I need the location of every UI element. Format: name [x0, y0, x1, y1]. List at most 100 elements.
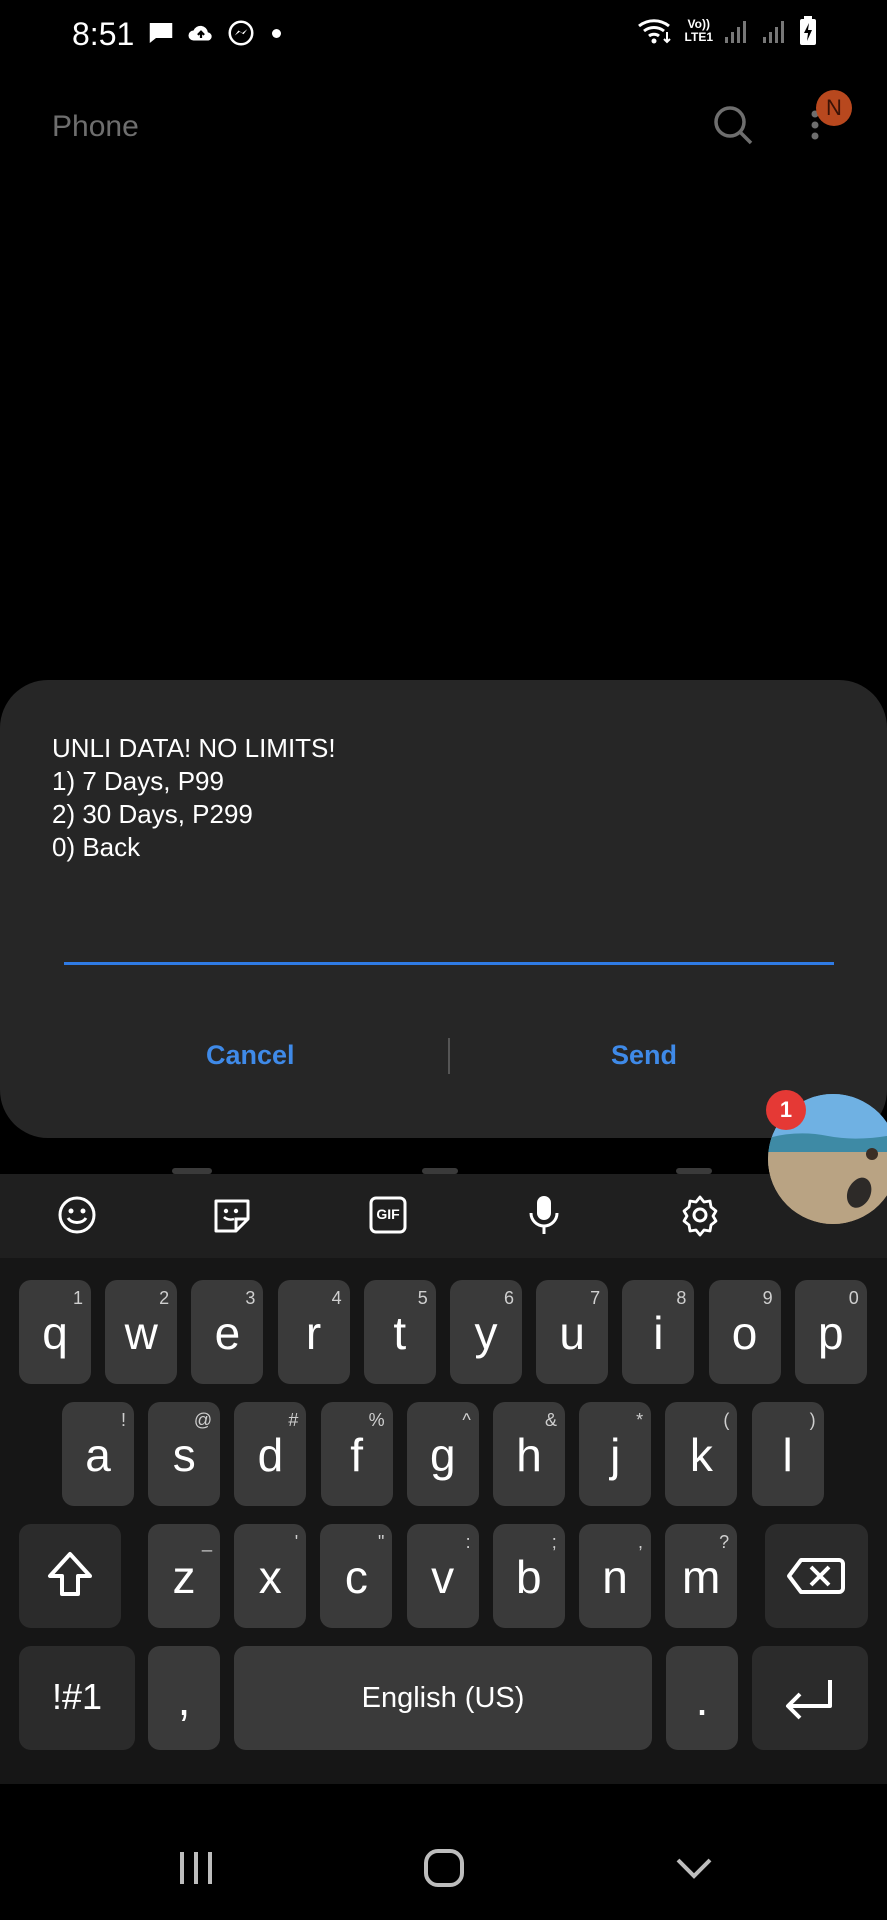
- status-bar: 8:51 Vo)) LTE1: [0, 0, 887, 70]
- key-letter: f: [350, 1429, 363, 1481]
- key-hint: 8: [676, 1288, 687, 1308]
- chat-head-badge: 1: [766, 1090, 806, 1130]
- key-hint: @: [193, 1410, 213, 1430]
- key-p[interactable]: 0p: [794, 1280, 867, 1384]
- key-b[interactable]: ; b: [492, 1524, 565, 1628]
- key-letter: x: [258, 1551, 282, 1603]
- home-icon[interactable]: [423, 1848, 465, 1888]
- key-hint: _: [201, 1532, 212, 1552]
- key-hint: ": [378, 1532, 385, 1552]
- key-letter: ,: [177, 1673, 191, 1725]
- status-time: 8:51: [72, 16, 135, 52]
- ussd-message: UNLI DATA! NO LIMITS! 1) 7 Days, P99 2) …: [52, 732, 336, 864]
- key-letter: c: [344, 1551, 368, 1603]
- key-c[interactable]: " c: [320, 1524, 393, 1628]
- key-n[interactable]: ,n: [579, 1524, 651, 1628]
- key-f[interactable]: % f: [320, 1402, 393, 1506]
- key-letter: s: [172, 1429, 196, 1481]
- key-i[interactable]: 8i: [622, 1280, 695, 1384]
- key-hint: %: [368, 1410, 385, 1430]
- shift-key[interactable]: [19, 1524, 121, 1628]
- microphone-icon[interactable]: [522, 1193, 566, 1237]
- recents-icon[interactable]: [176, 1848, 216, 1888]
- settings-icon[interactable]: [678, 1193, 722, 1237]
- key-hint: 2: [159, 1288, 170, 1308]
- backspace-icon: [787, 1558, 845, 1594]
- period-key[interactable]: .: [666, 1646, 738, 1750]
- backspace-key[interactable]: [765, 1524, 868, 1628]
- key-s[interactable]: @ s: [148, 1402, 221, 1506]
- key-hint: &: [544, 1410, 557, 1430]
- key-q[interactable]: 1q: [19, 1280, 91, 1384]
- key-hint: 9: [762, 1288, 773, 1308]
- key-y[interactable]: 6y: [450, 1280, 522, 1384]
- key-l[interactable]: ) l: [751, 1402, 824, 1506]
- battery-charging-icon: [800, 16, 816, 45]
- key-letter: t: [393, 1307, 407, 1359]
- key-letter: q: [42, 1307, 68, 1359]
- key-d[interactable]: # d: [234, 1402, 307, 1506]
- lte-label: LTE1: [684, 30, 713, 44]
- key-hint: (: [723, 1410, 730, 1430]
- enter-key[interactable]: [752, 1646, 868, 1750]
- dot-icon: [272, 28, 281, 38]
- sticker-icon[interactable]: [210, 1193, 254, 1237]
- key-letter: g: [430, 1429, 456, 1481]
- cancel-button[interactable]: Cancel: [206, 1040, 295, 1071]
- emoji-icon[interactable]: [55, 1193, 99, 1237]
- gif-icon[interactable]: GIF: [366, 1193, 410, 1237]
- key-letter: h: [516, 1429, 542, 1481]
- key-u[interactable]: 7u: [536, 1280, 609, 1384]
- key-hint: ^: [462, 1410, 471, 1430]
- ussd-line: 1) 7 Days, P99: [52, 766, 224, 796]
- search-icon[interactable]: [708, 100, 758, 150]
- notification-avatar: N: [816, 90, 852, 126]
- key-hint: !: [120, 1410, 126, 1430]
- key-t[interactable]: 5t: [363, 1280, 436, 1384]
- key-letter: b: [516, 1551, 542, 1603]
- key-k[interactable]: (k: [665, 1402, 738, 1506]
- messenger-icon: [228, 20, 254, 46]
- key-letter: .: [695, 1673, 709, 1725]
- key-g[interactable]: ^ g: [406, 1402, 479, 1506]
- key-letter: w: [124, 1307, 158, 1359]
- key-r[interactable]: 4r: [277, 1280, 350, 1384]
- key-letter: a: [85, 1429, 111, 1481]
- key-o[interactable]: 9o: [708, 1280, 781, 1384]
- comma-key[interactable]: ,: [148, 1646, 220, 1750]
- space-key[interactable]: English (US): [234, 1646, 652, 1750]
- system-icons: Vo)) LTE1: [637, 16, 817, 46]
- back-icon[interactable]: [674, 1848, 714, 1888]
- key-v[interactable]: :v: [406, 1524, 479, 1628]
- key-hint: ;: [551, 1532, 557, 1552]
- key-letter: p: [818, 1307, 844, 1359]
- enter-icon: [786, 1680, 832, 1720]
- key-letter: m: [682, 1551, 721, 1603]
- key-hint: ': [294, 1532, 299, 1552]
- key-w[interactable]: 2w: [105, 1280, 178, 1384]
- key-x[interactable]: ' x: [234, 1524, 307, 1628]
- key-hint: 6: [503, 1288, 514, 1308]
- key-letter: e: [214, 1307, 241, 1359]
- key-hint: :: [465, 1532, 471, 1552]
- key-hint: 7: [590, 1288, 601, 1308]
- send-button[interactable]: Send: [611, 1040, 677, 1071]
- keyboard-toolbar: [0, 1174, 887, 1258]
- key-letter: z: [172, 1551, 196, 1603]
- symbols-key[interactable]: !#1: [19, 1646, 135, 1750]
- key-letter: v: [431, 1551, 455, 1603]
- key-hint: 5: [417, 1288, 428, 1308]
- key-a[interactable]: ! a: [62, 1402, 134, 1506]
- key-letter: u: [559, 1307, 585, 1359]
- key-m[interactable]: ? m: [665, 1524, 738, 1628]
- key-letter: i: [653, 1307, 664, 1359]
- key-j[interactable]: * j: [579, 1402, 652, 1506]
- signal-icon: [725, 21, 746, 43]
- message-icon: [149, 23, 173, 43]
- key-e[interactable]: 3e: [191, 1280, 264, 1384]
- reply-input[interactable]: [64, 962, 834, 965]
- key-z[interactable]: _ z: [148, 1524, 220, 1628]
- symbols-label: !#1: [51, 1676, 103, 1717]
- key-h[interactable]: & h: [493, 1402, 565, 1506]
- key-letter: n: [602, 1551, 628, 1603]
